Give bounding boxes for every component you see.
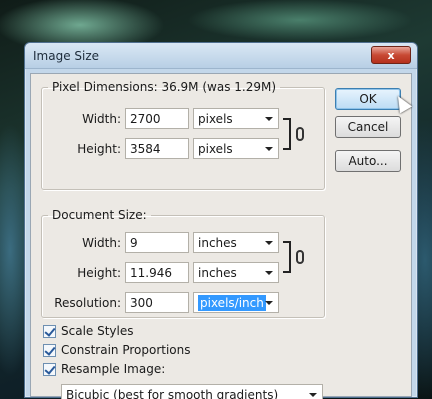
doc-width-unit-value: inches — [198, 236, 237, 250]
auto-button[interactable]: Auto... — [335, 150, 401, 172]
resample-method-value: Bicubic (best for smooth gradients) — [66, 388, 279, 399]
chevron-down-icon — [309, 393, 317, 397]
chevron-down-icon — [265, 271, 273, 275]
doc-height-unit-select[interactable]: inches — [193, 262, 279, 283]
resolution-unit-value: pixels/inch — [198, 295, 266, 311]
pixel-width-input[interactable]: 2700 — [125, 108, 189, 129]
dialog-title: Image Size — [33, 49, 100, 63]
pixel-width-unit-select[interactable]: pixels — [193, 108, 279, 129]
constrain-bracket — [283, 118, 291, 150]
resample-image-label: Resample Image: — [61, 362, 166, 376]
doc-width-label: Width: — [82, 236, 121, 250]
doc-height-label: Height: — [77, 266, 121, 280]
pixel-height-label: Height: — [77, 142, 121, 156]
cancel-button[interactable]: Cancel — [335, 116, 401, 138]
checkbox-checked-icon — [43, 343, 56, 357]
close-button[interactable]: x — [371, 46, 411, 64]
scale-styles-checkbox[interactable]: Scale Styles — [43, 324, 134, 338]
pixel-width-label: Width: — [82, 112, 121, 126]
pixel-height-input[interactable]: 3584 — [125, 138, 189, 159]
document-size-legend: Document Size: — [52, 208, 147, 222]
title-bar[interactable]: Image Size x — [25, 43, 417, 69]
doc-width-input[interactable]: 9 — [125, 232, 189, 253]
scale-styles-label: Scale Styles — [61, 324, 134, 338]
chevron-down-icon — [265, 117, 273, 121]
pixel-height-unit-value: pixels — [198, 142, 233, 156]
image-size-dialog: Image Size x Pixel Dimensions: 36.9M (wa… — [24, 42, 418, 399]
dialog-client-area: Pixel Dimensions: 36.9M (was 1.29M) Widt… — [30, 73, 412, 399]
resolution-input[interactable]: 300 — [125, 292, 189, 313]
doc-height-input[interactable]: 11.946 — [125, 262, 189, 283]
checkbox-checked-icon — [43, 362, 56, 376]
chain-link-icon — [296, 127, 304, 141]
pixel-dimensions-legend: Pixel Dimensions: 36.9M (was 1.29M) — [52, 80, 277, 94]
constrain-proportions-label: Constrain Proportions — [61, 343, 191, 357]
resample-image-checkbox[interactable]: Resample Image: — [43, 362, 165, 376]
chevron-down-icon — [265, 241, 273, 245]
constrain-bracket — [283, 241, 291, 273]
doc-height-unit-value: inches — [198, 266, 237, 280]
pixel-height-unit-select[interactable]: pixels — [193, 138, 279, 159]
chain-link-icon — [296, 250, 304, 264]
doc-width-unit-select[interactable]: inches — [193, 232, 279, 253]
chevron-down-icon — [265, 147, 273, 151]
pixel-width-unit-value: pixels — [198, 112, 233, 126]
resample-method-select[interactable]: Bicubic (best for smooth gradients) — [61, 384, 323, 399]
chevron-down-icon — [265, 301, 273, 305]
checkbox-checked-icon — [43, 324, 56, 338]
resolution-label: Resolution: — [54, 296, 121, 310]
resolution-unit-select[interactable]: pixels/inch — [193, 292, 279, 313]
constrain-proportions-checkbox[interactable]: Constrain Proportions — [43, 343, 191, 357]
